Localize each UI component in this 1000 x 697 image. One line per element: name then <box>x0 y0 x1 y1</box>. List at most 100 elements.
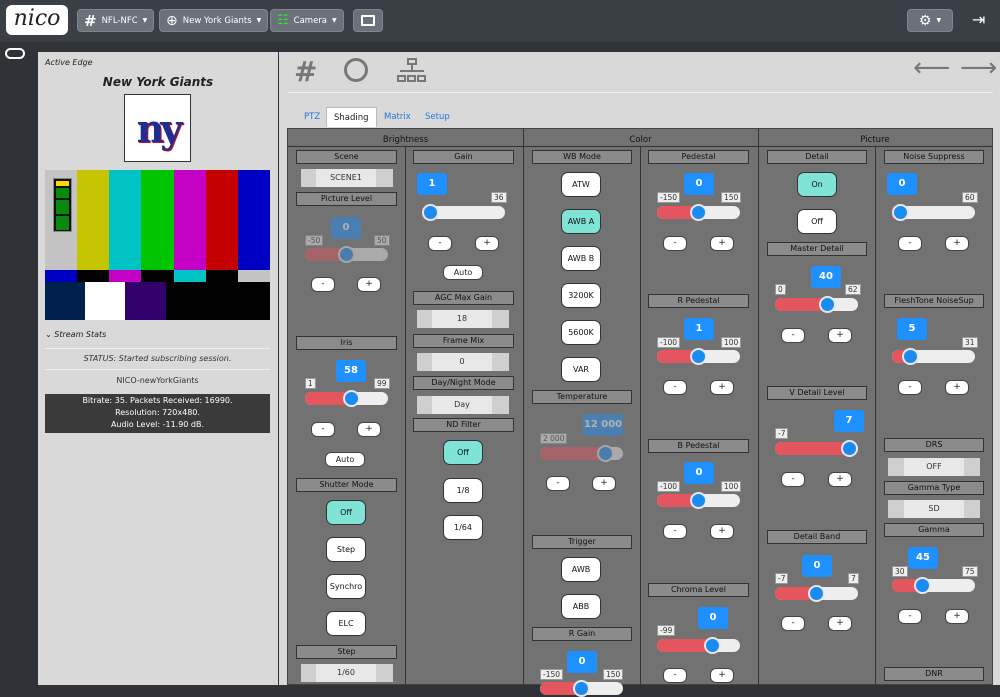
iris-slider[interactable] <box>305 390 388 407</box>
pedestal-minus-button[interactable]: - <box>663 236 687 251</box>
divider <box>875 147 876 686</box>
wb-5600k-button[interactable]: 5600K <box>561 320 601 345</box>
hash-icon[interactable]: # <box>294 55 317 88</box>
master-detail-max: 62 <box>845 284 861 295</box>
fleshtone-slider[interactable] <box>892 348 975 365</box>
fleshtone-label: FleshTone NoiseSup <box>884 294 984 308</box>
fleshtone-plus-button[interactable]: + <box>945 380 969 395</box>
scene-label: Scene <box>296 150 397 164</box>
temperature-minus-button[interactable]: - <box>546 476 570 491</box>
logout-icon[interactable]: ⇥ <box>972 10 985 29</box>
master-detail-plus-button[interactable]: + <box>828 328 852 343</box>
r-pedestal-label: R Pedestal <box>648 294 749 308</box>
gamma-plus-button[interactable]: + <box>945 609 969 624</box>
r-pedestal-slider[interactable] <box>657 348 740 365</box>
iris-plus-button[interactable]: + <box>357 422 381 437</box>
tab-setup[interactable]: Setup <box>421 107 454 127</box>
r-pedestal-minus-button[interactable]: - <box>663 380 687 395</box>
chroma-level-plus-button[interactable]: + <box>710 668 734 683</box>
divider <box>45 369 270 370</box>
noise-suppress-max: 60 <box>962 192 978 203</box>
noise-suppress-minus-button[interactable]: - <box>898 236 922 251</box>
day-night-label: Day/Night Mode <box>413 376 514 390</box>
nd-off-button[interactable]: Off <box>443 440 483 465</box>
gain-slider[interactable] <box>422 204 505 221</box>
monitor-button[interactable] <box>353 9 383 32</box>
arrow-left-icon[interactable]: ⟵ <box>913 53 950 83</box>
arrow-right-icon[interactable]: ⟶ <box>960 53 997 83</box>
r-pedestal-plus-button[interactable]: + <box>710 380 734 395</box>
pedestal-slider[interactable] <box>657 204 740 221</box>
gain-plus-button[interactable]: + <box>475 236 499 251</box>
team-dropdown[interactable]: ⊕ New York Giants ▼ <box>159 9 269 32</box>
wb-mode-label: WB Mode <box>532 150 632 164</box>
trigger-abb-button[interactable]: ABB <box>561 594 601 619</box>
wb-var-button[interactable]: VAR <box>561 357 601 382</box>
detail-off-button[interactable]: Off <box>797 209 837 234</box>
shutter-step-button[interactable]: Step <box>326 537 366 562</box>
nd-filter-label: ND Filter <box>413 418 514 432</box>
gain-minus-button[interactable]: - <box>428 236 452 251</box>
detail-on-button[interactable]: On <box>797 172 837 197</box>
network-icon[interactable] <box>397 58 427 84</box>
b-pedestal-minus-button[interactable]: - <box>663 524 687 539</box>
wb-awb-a-button[interactable]: AWB A <box>561 209 601 234</box>
stream-stats-toggle[interactable]: ⌄ Stream Stats <box>45 330 106 339</box>
r-gain-slider[interactable] <box>540 680 623 697</box>
gamma-min: 30 <box>892 566 908 577</box>
temperature-plus-button[interactable]: + <box>592 476 616 491</box>
gamma-max: 75 <box>962 566 978 577</box>
chroma-level-slider[interactable] <box>657 637 740 654</box>
temperature-label: Temperature <box>532 390 632 404</box>
toggle-icon[interactable] <box>5 48 25 59</box>
gamma-minus-button[interactable]: - <box>898 609 922 624</box>
tab-matrix[interactable]: Matrix <box>380 107 415 127</box>
iris-minus-button[interactable]: - <box>311 422 335 437</box>
picture-level-slider[interactable] <box>305 246 388 263</box>
gamma-slider[interactable] <box>892 577 975 594</box>
nd-1-8-button[interactable]: 1/8 <box>443 478 483 503</box>
b-pedestal-plus-button[interactable]: + <box>710 524 734 539</box>
divider <box>288 92 993 93</box>
tab-shading[interactable]: Shading <box>326 107 377 127</box>
detail-band-minus-button[interactable]: - <box>781 616 805 631</box>
v-detail-minus-button[interactable]: - <box>781 472 805 487</box>
wb-atw-button[interactable]: ATW <box>561 172 601 197</box>
drs-value: OFF <box>904 458 964 476</box>
shutter-elc-button[interactable]: ELC <box>326 611 366 636</box>
step-label: Step <box>296 645 397 659</box>
master-detail-minus-button[interactable]: - <box>781 328 805 343</box>
picture-level-minus-button[interactable]: - <box>311 277 335 292</box>
trigger-awb-button[interactable]: AWB <box>561 557 601 582</box>
detail-band-slider[interactable] <box>775 585 858 602</box>
noise-suppress-plus-button[interactable]: + <box>945 236 969 251</box>
shutter-off-button[interactable]: Off <box>326 500 366 525</box>
gain-auto-button[interactable]: Auto <box>443 265 483 280</box>
temperature-slider[interactable] <box>540 445 623 462</box>
v-detail-slider[interactable] <box>775 440 858 457</box>
b-pedestal-slider[interactable] <box>657 492 740 509</box>
settings-dropdown[interactable]: ⚙ ▼ <box>907 9 953 32</box>
picture-level-plus-button[interactable]: + <box>357 277 381 292</box>
picture-level-value: 0 <box>331 217 361 239</box>
chroma-level-minus-button[interactable]: - <box>663 668 687 683</box>
wb-3200k-button[interactable]: 3200K <box>561 283 601 308</box>
pedestal-plus-button[interactable]: + <box>710 236 734 251</box>
v-detail-plus-button[interactable]: + <box>828 472 852 487</box>
nico-logo[interactable]: nico <box>6 5 68 35</box>
noise-suppress-slider[interactable] <box>892 204 975 221</box>
nd-1-64-button[interactable]: 1/64 <box>443 515 483 540</box>
iris-auto-button[interactable]: Auto <box>325 452 365 467</box>
wb-awb-b-button[interactable]: AWB B <box>561 246 601 271</box>
v-detail-label: V Detail Level <box>767 386 867 400</box>
camera-dropdown[interactable]: ☷ Camera ▼ <box>270 9 344 32</box>
fleshtone-minus-button[interactable]: - <box>898 380 922 395</box>
gamma-label: Gamma <box>884 523 984 537</box>
detail-band-plus-button[interactable]: + <box>828 616 852 631</box>
master-detail-slider[interactable] <box>775 296 858 313</box>
globe-icon[interactable] <box>344 58 368 82</box>
tab-ptz[interactable]: PTZ <box>300 107 324 127</box>
shutter-synchro-button[interactable]: Synchro <box>326 574 366 599</box>
league-dropdown[interactable]: # NFL-NFC ▼ <box>77 9 155 32</box>
iris-label: Iris <box>296 336 397 350</box>
